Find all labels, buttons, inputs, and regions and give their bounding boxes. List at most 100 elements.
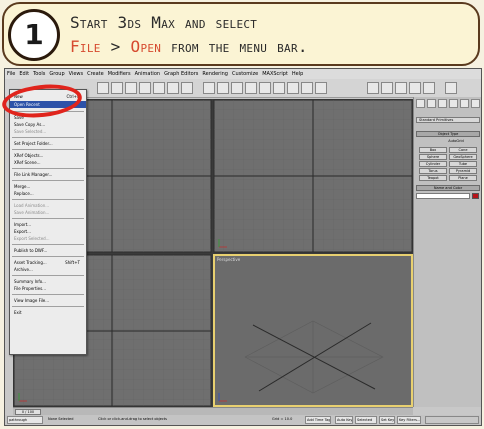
menu-help[interactable]: Help <box>290 71 305 77</box>
teapot-render-icon[interactable] <box>445 82 457 94</box>
sphere-button[interactable]: Sphere <box>419 154 447 160</box>
mirror-icon[interactable] <box>273 82 285 94</box>
create-tab-icon[interactable] <box>416 99 425 108</box>
utilities-tab-icon[interactable] <box>471 99 480 108</box>
add-time-tag[interactable]: Add Time Tag <box>305 416 331 424</box>
grid-spacing: Grid = 10.0 <box>272 417 293 421</box>
object-type-header[interactable]: Object Type <box>416 131 480 137</box>
menu-item-replace[interactable]: Replace... <box>10 190 86 197</box>
menu-item-publish-to-dwf[interactable]: Publish to DWF... <box>10 247 86 254</box>
select-object-icon[interactable] <box>125 82 137 94</box>
percent-snap-icon[interactable] <box>231 82 243 94</box>
render-setup-icon[interactable] <box>381 82 393 94</box>
cylinder-button[interactable]: Cylinder <box>419 161 447 167</box>
menu-item-export-selected: Export Selected... <box>14 236 50 241</box>
torus-button[interactable]: Torus <box>419 168 447 174</box>
named-selection-icon[interactable] <box>259 82 271 94</box>
instruction-separator: > <box>100 37 131 56</box>
align-icon[interactable] <box>287 82 299 94</box>
quick-render-icon[interactable] <box>409 82 421 94</box>
menu-item-asset-tracking[interactable]: Asset Tracking... Shift+T <box>10 259 86 266</box>
instruction-tail: from the menu bar. <box>161 37 308 56</box>
menu-edit[interactable]: Edit <box>17 71 31 77</box>
select-region-icon[interactable] <box>139 82 151 94</box>
menu-customize[interactable]: Customize <box>230 71 260 77</box>
display-tab-icon[interactable] <box>460 99 469 108</box>
hierarchy-tab-icon[interactable] <box>438 99 447 108</box>
material-editor-icon[interactable] <box>367 82 379 94</box>
menu-separator <box>12 149 84 150</box>
menu-item-view-image-file[interactable]: View Image File... <box>10 297 86 304</box>
motion-tab-icon[interactable] <box>449 99 458 108</box>
menu-rendering[interactable]: Rendering <box>200 71 230 77</box>
menu-modifiers[interactable]: Modifiers <box>106 71 133 77</box>
menu-item-xref-scene[interactable]: XRef Scene... <box>10 159 86 166</box>
curve-editor-icon[interactable] <box>315 82 327 94</box>
angle-snap-icon[interactable] <box>217 82 229 94</box>
instruction-file: File <box>70 37 101 56</box>
menu-separator <box>12 168 84 169</box>
menu-item-summary-info[interactable]: Summary Info... <box>10 278 86 285</box>
menu-separator <box>12 275 84 276</box>
rotate-icon[interactable] <box>167 82 179 94</box>
menu-maxscript[interactable]: MAXScript <box>260 71 290 77</box>
menu-tools[interactable]: Tools <box>31 71 47 77</box>
modify-tab-icon[interactable] <box>427 99 436 108</box>
name-and-color-header[interactable]: Name and Color <box>416 185 480 191</box>
pyramid-button[interactable]: Pyramid <box>449 168 477 174</box>
render-frame-icon[interactable] <box>395 82 407 94</box>
layer-icon[interactable] <box>301 82 313 94</box>
auto-key-button[interactable]: Auto Key <box>335 416 353 424</box>
menu-item-exit[interactable]: Exit <box>10 309 86 316</box>
menu-item-file-properties[interactable]: File Properties... <box>10 285 86 292</box>
cone-button[interactable]: Cone <box>449 147 477 153</box>
maxscript-listener[interactable]: pathrough <box>7 416 43 424</box>
menu-item-xref-objects[interactable]: XRef Objects... <box>10 152 86 159</box>
object-name-field[interactable] <box>416 193 470 199</box>
menu-item-import[interactable]: Import... <box>10 221 86 228</box>
object-color-swatch[interactable] <box>472 193 479 199</box>
menu-bar: File Edit Tools Group Views Create Modifiers An… <box>5 69 481 79</box>
menu-separator <box>12 244 84 245</box>
menu-item-export[interactable]: Export... <box>10 228 86 235</box>
set-key-button[interactable]: Set Key <box>379 416 395 424</box>
render-production-icon[interactable] <box>423 82 435 94</box>
tube-button[interactable]: Tube <box>449 161 477 167</box>
menu-item-load-animation: Load Animation... <box>14 203 50 208</box>
box-button[interactable]: Box <box>419 147 447 153</box>
menu-item-save-copy-as[interactable]: Save Copy As... <box>10 121 86 128</box>
geosphere-button[interactable]: GeoSphere <box>449 154 477 160</box>
menu-item-set-project-folder[interactable]: Set Project Folder... <box>10 140 86 147</box>
select-link-icon[interactable] <box>111 82 123 94</box>
menu-graph-editors[interactable]: Graph Editors <box>162 71 200 77</box>
menu-group[interactable]: Group <box>47 71 66 77</box>
menu-item-archive[interactable]: Archive... <box>10 266 86 273</box>
selection-status: None Selected <box>48 417 74 421</box>
instruction-line-2: File > Open from the menu bar. <box>70 35 480 59</box>
menu-file[interactable]: File <box>5 71 17 77</box>
playback-controls[interactable] <box>425 416 479 424</box>
menu-separator <box>12 218 84 219</box>
undo-icon[interactable] <box>97 82 109 94</box>
key-filters-button[interactable]: Key Filters... <box>397 416 421 424</box>
snap-icon[interactable] <box>203 82 215 94</box>
scale-icon[interactable] <box>181 82 193 94</box>
menu-separator <box>12 306 84 307</box>
menu-views[interactable]: Views <box>67 71 85 77</box>
menu-item-save-animation: Save Animation... <box>14 210 50 215</box>
menu-create[interactable]: Create <box>85 71 106 77</box>
key-mode-dropdown[interactable]: Selected <box>355 416 377 424</box>
menu-separator <box>12 256 84 257</box>
autogrid-checkbox[interactable]: AutoGrid <box>444 139 468 145</box>
menu-item-merge[interactable]: Merge... <box>10 183 86 190</box>
plane-button[interactable]: Plane <box>449 175 477 181</box>
spinner-snap-icon[interactable] <box>245 82 257 94</box>
command-panel: Standard Primitives Object Type AutoGrid… <box>413 97 481 407</box>
teapot-button[interactable]: Teapot <box>419 175 447 181</box>
primitive-type-dropdown[interactable]: Standard Primitives <box>416 117 480 123</box>
tutorial-slide: 1 Start 3ds Max and select File > Open f… <box>0 0 484 429</box>
menu-item-file-link-manager[interactable]: File Link Manager... <box>10 171 86 178</box>
menu-animation[interactable]: Animation <box>133 71 163 77</box>
move-icon[interactable] <box>153 82 165 94</box>
perspective-viewport-label[interactable]: Perspective <box>217 257 240 262</box>
